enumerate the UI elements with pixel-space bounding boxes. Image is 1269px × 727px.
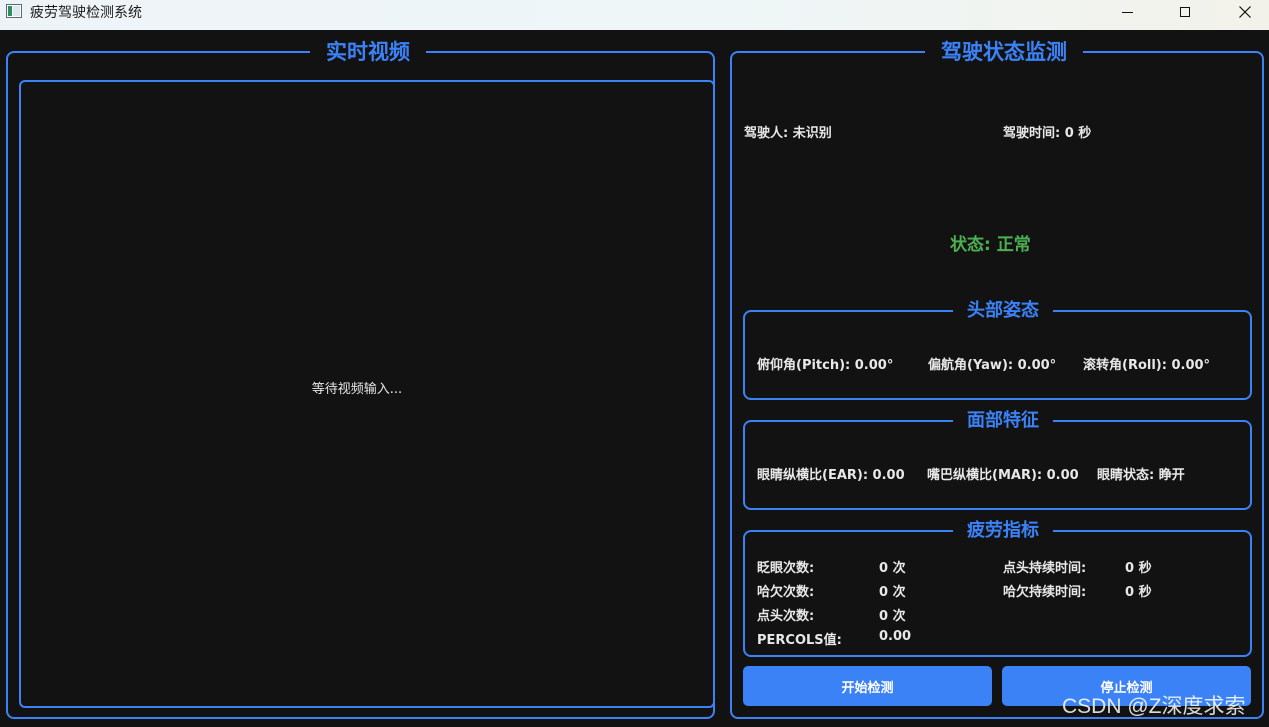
status-label: 状态: 正常 xyxy=(950,235,1031,255)
minimize-button[interactable] xyxy=(1104,0,1150,24)
face-features-group: 面部特征 眼睛纵横比(EAR): 0.00 嘴巴纵横比(MAR): 0.00 眼… xyxy=(743,409,1252,510)
video-panel: 实时视频 等待视频输入... xyxy=(6,38,715,719)
head-pose-group: 头部姿态 俯仰角(Pitch): 0.00° 偏航角(Yaw): 0.00° 滚… xyxy=(743,299,1252,400)
app-icon xyxy=(6,4,22,18)
window-title: 疲劳驾驶检测系统 xyxy=(30,4,142,20)
face-features-title: 面部特征 xyxy=(953,409,1053,433)
blink-count-label: 眨眼次数: xyxy=(757,561,815,576)
maximize-button[interactable] xyxy=(1162,0,1208,24)
status-panel: 驾驶状态监测 驾驶人: 未识别 驾驶时间: 0 秒 状态: 正常 头部姿态 俯仰… xyxy=(730,38,1264,719)
minimize-icon xyxy=(1121,11,1133,13)
eye-state-label: 眼睛状态: 睁开 xyxy=(1097,468,1185,483)
maximize-icon xyxy=(1180,7,1190,17)
title-bar: 疲劳驾驶检测系统 xyxy=(0,0,1269,30)
video-panel-title: 实时视频 xyxy=(310,38,426,66)
nod-duration-value: 0 秒 xyxy=(1125,561,1152,576)
video-display: 等待视频输入... xyxy=(19,80,715,708)
yawn-count-value: 0 次 xyxy=(879,585,906,600)
perclos-label: PERCOLS值: xyxy=(757,633,842,648)
yaw-label: 偏航角(Yaw): 0.00° xyxy=(928,358,1057,373)
drive-time-label: 驾驶时间: 0 秒 xyxy=(1003,126,1092,141)
start-detection-button[interactable]: 开始检测 xyxy=(743,666,992,706)
fatigue-group: 疲劳指标 眨眼次数: 0 次 哈欠次数: 0 次 点头次数: 0 次 PERCO… xyxy=(743,519,1252,657)
roll-label: 滚转角(Roll): 0.00° xyxy=(1083,358,1211,373)
nod-duration-label: 点头持续时间: xyxy=(1003,561,1087,576)
blink-count-value: 0 次 xyxy=(879,561,906,576)
nod-count-label: 点头次数: xyxy=(757,609,815,624)
mar-label: 嘴巴纵横比(MAR): 0.00 xyxy=(927,468,1079,483)
nod-count-value: 0 次 xyxy=(879,609,906,624)
yawn-duration-value: 0 秒 xyxy=(1125,585,1152,600)
pitch-label: 俯仰角(Pitch): 0.00° xyxy=(757,358,894,373)
driver-label: 驾驶人: 未识别 xyxy=(744,126,832,141)
fatigue-title: 疲劳指标 xyxy=(953,519,1053,543)
watermark: CSDN @Z深度求索 xyxy=(1062,695,1246,718)
video-placeholder: 等待视频输入... xyxy=(311,381,403,397)
yawn-count-label: 哈欠次数: xyxy=(757,585,815,600)
perclos-value: 0.00 xyxy=(879,629,912,644)
status-panel-title: 驾驶状态监测 xyxy=(925,38,1083,66)
head-pose-title: 头部姿态 xyxy=(953,299,1053,323)
close-button[interactable] xyxy=(1222,0,1268,24)
yawn-duration-label: 哈欠持续时间: xyxy=(1003,585,1087,600)
ear-label: 眼睛纵横比(EAR): 0.00 xyxy=(757,468,905,483)
close-icon xyxy=(1239,6,1251,18)
